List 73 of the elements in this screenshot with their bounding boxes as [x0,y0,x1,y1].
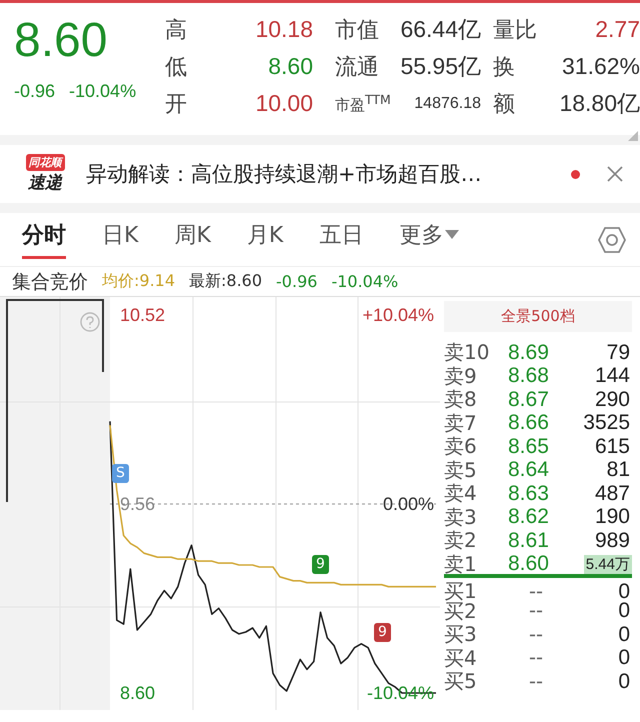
stat-value: 55.95亿 [400,52,481,81]
order-volume: 3525 [582,411,631,435]
stat-label: 高 [165,16,188,44]
order-volume: 190 [594,505,631,529]
order-volume: 0 [617,670,631,694]
signal-badge[interactable]: 9 [312,555,329,574]
chart-info-text: -10.04% [331,272,398,291]
y-axis-label: 9.56 [119,494,156,514]
order-volume: 290 [594,388,631,412]
chart-tab[interactable]: 月K [246,220,284,259]
logo-text: 同花顺 [26,154,64,171]
stat-value: 66.44亿 [400,15,481,44]
chart-info-text: -0.96 [276,272,318,291]
stat-label: 低 [165,54,188,82]
news-headline[interactable]: 异动解读：高位股持续退潮+市场超百股… [86,160,557,188]
stat-value: 18.80亿 [558,89,640,118]
chart-info-text[interactable]: 集合竞价 [12,268,88,294]
chart-tab[interactable]: 更多 [399,220,460,259]
order-volume: 487 [594,482,631,506]
order-volume: 79 [606,340,631,364]
order-level-label: 买1 [444,578,478,603]
chart-tab[interactable]: 周K [174,220,211,259]
stat-value: 31.62% [560,53,640,80]
order-book-title[interactable]: 全景500档 [444,301,632,332]
chart-tab[interactable]: 日K [102,220,138,259]
chart-tab[interactable]: 五日 [319,220,364,259]
order-price: 8.69 [508,340,550,364]
stat-label: 额 [493,90,516,118]
stat-label: 市值 [335,16,379,44]
order-volume: 81 [606,458,631,482]
order-price: 8.61 [508,528,550,552]
stat-label: 换 [493,54,516,82]
settings-icon[interactable] [598,226,626,252]
order-volume: 5.44万 [584,554,632,574]
order-price: -- [528,622,544,646]
percent-axis-label: 0.00% [382,494,435,514]
expand-corner-icon[interactable] [628,131,638,141]
order-volume: 615 [594,434,631,458]
chart-info-text: 最新:8.60 [189,271,262,292]
stat-label: 市盈$^{TTM}$ [335,92,391,115]
stat-value: 10.00 [254,90,313,117]
price-change-percent: -10.04% [69,81,136,102]
order-volume: 989 [594,528,631,552]
percent-axis-label: +10.04% [361,305,435,325]
chart-tab[interactable]: 分时 [22,220,66,259]
signal-badge[interactable]: 9 [374,623,391,642]
stat-label: 开 [165,90,188,118]
order-price: -- [528,646,544,670]
stat-label: 流通 [335,54,379,82]
y-axis-label: 8.60 [119,683,156,703]
order-price: 8.62 [508,505,550,529]
y-axis-label: 10.52 [119,305,166,325]
order-volume: 0 [617,622,631,646]
close-button[interactable] [606,165,624,183]
stat-value: 2.77 [594,16,640,43]
order-price: 8.64 [508,458,550,482]
order-price: 8.65 [508,434,550,458]
stat-value: 8.60 [267,53,313,80]
percent-axis-label: -10.04% [366,683,435,703]
order-price: 8.63 [508,482,550,506]
order-volume: 0 [617,646,631,670]
logo-text: 速递 [28,172,62,194]
chart-info-text: 均价:9.14 [102,271,176,292]
order-price: 8.60 [508,552,550,576]
order-price: 8.66 [508,411,550,435]
order-volume: 144 [594,364,631,388]
order-price: -- [528,670,544,694]
stat-value: 14876.18 [414,94,481,112]
order-price: 8.68 [508,364,550,388]
current-price: 8.60 [14,13,108,69]
stat-value: 10.18 [254,16,313,43]
order-price: 8.67 [508,388,550,412]
price-change: -0.96 [14,81,56,102]
